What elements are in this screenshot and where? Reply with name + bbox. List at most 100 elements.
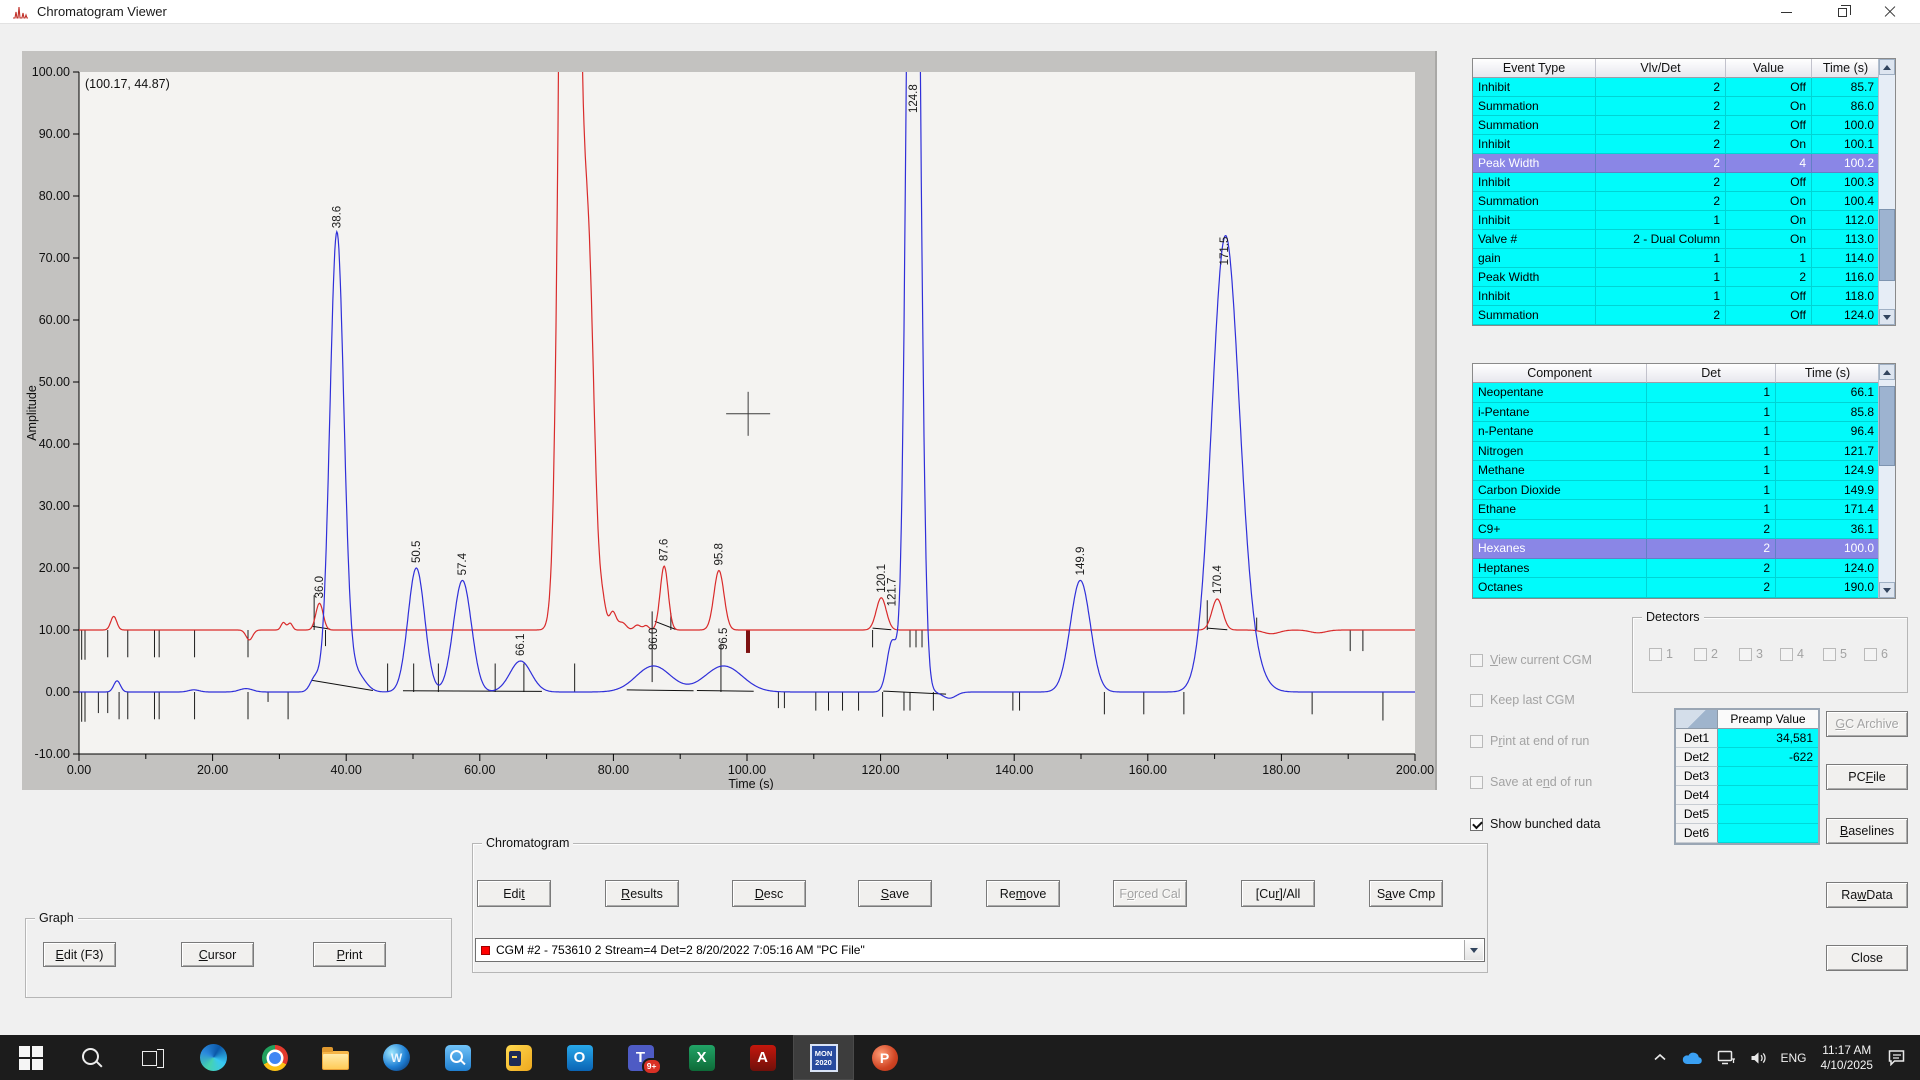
language-indicator[interactable]: ENG — [1781, 1051, 1807, 1065]
table-row[interactable]: Methane1124.9 — [1473, 461, 1895, 481]
peak-label: 36.0 — [314, 576, 326, 598]
preamp-row[interactable]: Det4 — [1676, 786, 1818, 805]
table-row[interactable]: gain11114.0 — [1473, 249, 1895, 268]
scroll-down-button[interactable] — [1879, 582, 1895, 598]
preamp-row[interactable]: Det3 — [1676, 767, 1818, 786]
taskbar-icon-gc-app[interactable] — [488, 1035, 549, 1080]
table-row[interactable]: n-Pentane196.4 — [1473, 422, 1895, 442]
scrollbar-thumb[interactable] — [1879, 209, 1895, 281]
network-display-icon[interactable] — [1717, 1050, 1736, 1065]
table-row[interactable]: Ethane1171.4 — [1473, 500, 1895, 520]
onedrive-cloud-icon[interactable] — [1681, 1051, 1703, 1065]
save-button[interactable]: Save — [858, 880, 932, 907]
table-cell: 2 — [1647, 578, 1776, 598]
table-row[interactable]: Inhibit1Off118.0 — [1473, 287, 1895, 306]
table-cell: 2 — [1596, 97, 1726, 116]
baselines-button[interactable]: Baselines — [1826, 818, 1908, 844]
table-row[interactable]: C9+236.1 — [1473, 520, 1895, 540]
column-header[interactable]: Time (s) — [1812, 59, 1880, 78]
column-header[interactable]: Component — [1473, 364, 1647, 383]
table-row[interactable]: Summation2On86.0 — [1473, 97, 1895, 116]
table-cell: 100.3 — [1812, 173, 1880, 192]
pc-file-button[interactable]: PC File — [1826, 764, 1908, 790]
taskbar-icon-task-view[interactable] — [122, 1035, 183, 1080]
peak-label: 95.8 — [713, 543, 725, 565]
taskbar-icon-excel[interactable]: X — [671, 1035, 732, 1080]
table-cell: 2 — [1596, 135, 1726, 154]
column-header[interactable]: Det — [1647, 364, 1776, 383]
show-bunched-data-checkbox[interactable] — [1470, 818, 1483, 831]
table-row[interactable]: Neopentane166.1 — [1473, 383, 1895, 403]
dropdown-arrow-button[interactable] — [1464, 940, 1483, 960]
taskbar-icon-chrome[interactable] — [244, 1035, 305, 1080]
raw-data-button[interactable]: Raw Data — [1826, 882, 1908, 908]
taskbar-icon-start[interactable] — [0, 1035, 61, 1080]
column-header[interactable]: Event Type — [1473, 59, 1596, 78]
peak-label: 38.6 — [331, 206, 343, 228]
table-row[interactable]: Valve #2 - Dual ColumnOn113.0 — [1473, 230, 1895, 249]
preamp-row[interactable]: Det6 — [1676, 824, 1818, 843]
save-cmp-button[interactable]: Save Cmp — [1369, 880, 1443, 907]
vertical-scrollbar[interactable] — [1878, 59, 1895, 325]
taskbar-icon-mon2020[interactable]: MON2020 — [793, 1035, 854, 1080]
svg-text:0.00: 0.00 — [46, 685, 70, 699]
remove-button[interactable]: Remove — [986, 880, 1060, 907]
minimize-button[interactable] — [1764, 0, 1808, 24]
table-row[interactable]: Peak Width12116.0 — [1473, 268, 1895, 287]
restore-button[interactable] — [1820, 0, 1864, 24]
table-row[interactable]: Hexanes2100.0 — [1473, 539, 1895, 559]
taskbar-icon-outlook[interactable]: O — [549, 1035, 610, 1080]
table-row[interactable]: Inhibit2On100.1 — [1473, 135, 1895, 154]
edit-button[interactable]: Edit — [477, 880, 551, 907]
table-row[interactable]: Summation2Off124.0 — [1473, 306, 1895, 325]
scroll-up-button[interactable] — [1879, 364, 1895, 380]
column-header[interactable]: Time (s) — [1776, 364, 1880, 383]
edge-icon — [200, 1044, 227, 1071]
svg-text:90.00: 90.00 — [39, 127, 70, 141]
table-row[interactable]: Carbon Dioxide1149.9 — [1473, 481, 1895, 501]
scrollbar-thumb[interactable] — [1879, 386, 1895, 466]
taskbar-icon-acrobat[interactable]: A — [732, 1035, 793, 1080]
svg-text:50.00: 50.00 — [39, 375, 70, 389]
taskbar-clock[interactable]: 11:17 AM 4/10/2025 — [1821, 1043, 1873, 1073]
table-row[interactable]: Inhibit1On112.0 — [1473, 211, 1895, 230]
cursor-readout-annotation: (100.17, 44.87) — [85, 77, 170, 91]
close-button[interactable]: Close — [1826, 945, 1908, 971]
taskbar-icon-edge[interactable] — [183, 1035, 244, 1080]
taskbar-icon-search[interactable] — [61, 1035, 122, 1080]
taskbar-icon-magnifier-app[interactable] — [427, 1035, 488, 1080]
table-row[interactable]: Inhibit2Off85.7 — [1473, 78, 1895, 97]
table-row[interactable]: Summation2On100.4 — [1473, 192, 1895, 211]
column-header[interactable]: Vlv/Det — [1596, 59, 1726, 78]
taskbar-icon-webex[interactable]: W — [366, 1035, 427, 1080]
preamp-row[interactable]: Det134,581 — [1676, 729, 1818, 748]
table-row[interactable]: Octanes2190.0 — [1473, 578, 1895, 598]
cursor-button[interactable]: Cursor — [181, 942, 254, 967]
scroll-up-button[interactable] — [1879, 59, 1895, 75]
notification-center-icon[interactable] — [1887, 1049, 1906, 1066]
taskbar-icon-file-explorer[interactable] — [305, 1035, 366, 1080]
table-row[interactable]: Heptanes2124.0 — [1473, 559, 1895, 579]
results-button[interactable]: Results — [605, 880, 679, 907]
desc-button[interactable]: Desc — [732, 880, 806, 907]
table-row[interactable]: Inhibit2Off100.3 — [1473, 173, 1895, 192]
preamp-row[interactable]: Det2-622 — [1676, 748, 1818, 767]
preamp-row[interactable]: Det5 — [1676, 805, 1818, 824]
vertical-scrollbar[interactable] — [1878, 364, 1895, 598]
column-header[interactable]: Value — [1726, 59, 1812, 78]
edit-f3-button[interactable]: Edit (F3) — [43, 942, 116, 967]
cgm-file-dropdown[interactable]: CGM #2 - 753610 2 Stream=4 Det=2 8/20/20… — [475, 938, 1485, 962]
tray-chevron-up-icon[interactable] — [1653, 1053, 1667, 1062]
scroll-down-button[interactable] — [1879, 309, 1895, 325]
close-window-button[interactable] — [1868, 0, 1912, 24]
cur-all-button[interactable]: [Cur]/All — [1241, 880, 1315, 907]
taskbar-icon-teams[interactable]: T9+ — [610, 1035, 671, 1080]
table-row[interactable]: Peak Width24100.2 — [1473, 154, 1895, 173]
speaker-icon[interactable] — [1750, 1051, 1767, 1065]
table-row[interactable]: Summation2Off100.0 — [1473, 116, 1895, 135]
chromatogram-plot[interactable]: -10.000.0010.0020.0030.0040.0050.0060.00… — [22, 51, 1437, 790]
table-row[interactable]: i-Pentane185.8 — [1473, 403, 1895, 423]
taskbar-icon-powerpoint[interactable]: P — [854, 1035, 915, 1080]
table-row[interactable]: Nitrogen1121.7 — [1473, 442, 1895, 462]
print-button[interactable]: Print — [313, 942, 386, 967]
